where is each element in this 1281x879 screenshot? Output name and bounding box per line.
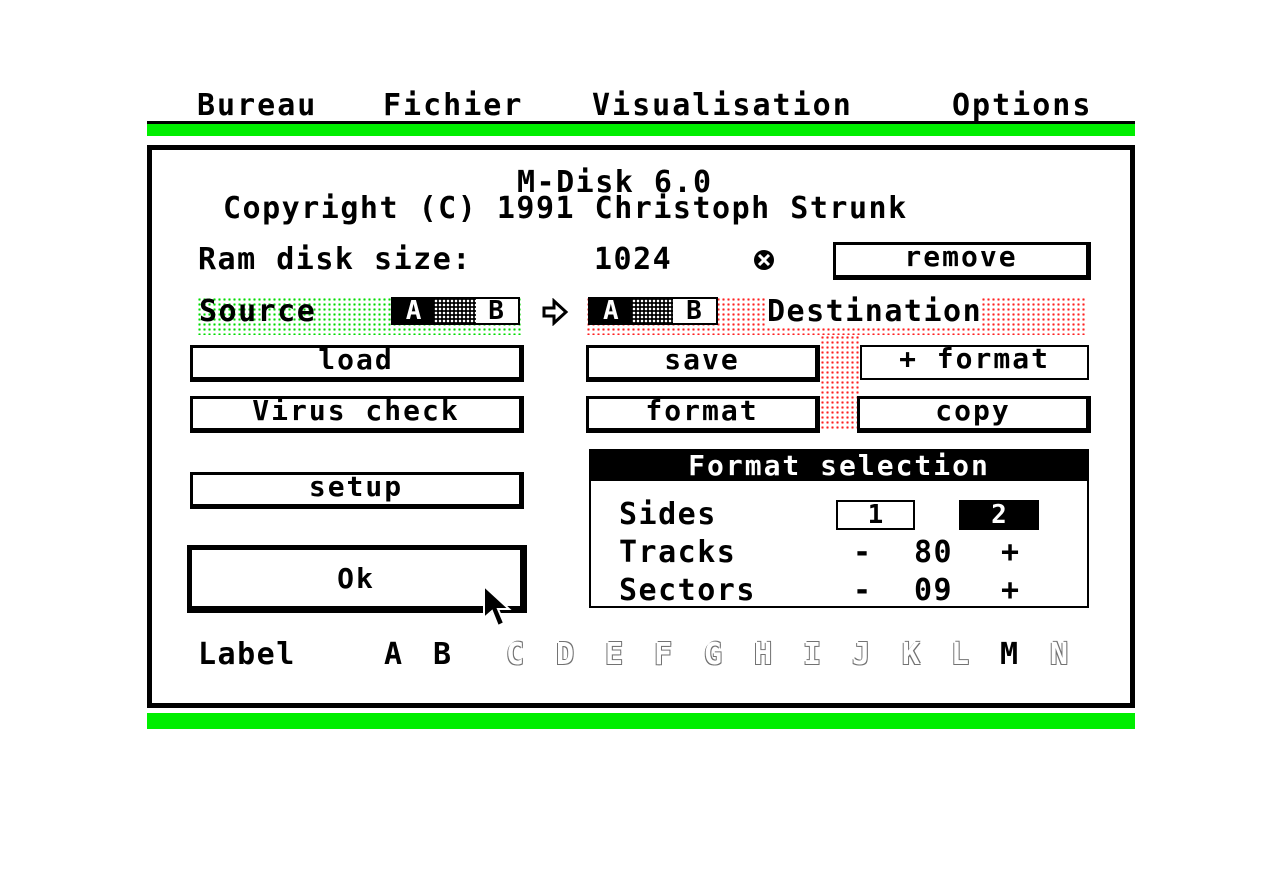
sides-option-1[interactable]: 1: [836, 500, 915, 530]
tracks-decrement[interactable]: -: [853, 538, 873, 568]
label-drive-h: H: [754, 637, 773, 672]
copy-button[interactable]: copy: [857, 396, 1091, 433]
destination-label: Destination: [767, 294, 983, 329]
source-drive-selector[interactable]: A B: [391, 297, 520, 325]
source-drive-b[interactable]: B: [476, 298, 517, 324]
format-selection-title: Format selection: [591, 451, 1087, 481]
label-drive-m[interactable]: M: [1000, 640, 1018, 670]
sectors-label: Sectors: [619, 573, 756, 608]
label-drive-f: F: [654, 637, 673, 672]
source-drive-a[interactable]: A: [393, 298, 435, 324]
ok-button[interactable]: Ok: [187, 545, 527, 613]
ram-disk-size-value[interactable]: 1024: [594, 245, 672, 275]
menu-fichier[interactable]: Fichier: [383, 89, 523, 123]
label-drive-i: I: [803, 637, 822, 672]
ram-disk-size-label: Ram disk size:: [198, 242, 472, 277]
label-drive-e: E: [605, 637, 624, 672]
tracks-increment[interactable]: +: [1001, 538, 1021, 568]
sides-label: Sides: [619, 497, 717, 532]
menu-options[interactable]: Options: [952, 89, 1092, 123]
arrow-right-icon: [541, 297, 569, 327]
label-drive-l: L: [951, 637, 970, 672]
menu-visualisation[interactable]: Visualisation: [592, 89, 853, 123]
menu-bureau[interactable]: Bureau: [197, 89, 317, 123]
load-button[interactable]: load: [190, 345, 524, 382]
menu-bar-accent: [147, 124, 1135, 136]
source-drive-separator: [434, 299, 476, 323]
sectors-increment[interactable]: +: [1001, 576, 1021, 606]
mouse-pointer-icon: [482, 583, 512, 632]
label-drive-k: K: [902, 637, 921, 672]
label-drive-j: J: [852, 637, 871, 672]
remove-button[interactable]: remove: [833, 242, 1091, 280]
label-drive-g: G: [704, 637, 723, 672]
save-button[interactable]: save: [586, 345, 820, 382]
bottom-bar-accent: [147, 713, 1135, 729]
destination-area-strip: [820, 335, 860, 430]
sectors-value: 09: [914, 573, 954, 608]
dialog-copyright: Copyright (C) 1991 Christoph Strunk: [223, 191, 908, 226]
destination-drive-a[interactable]: A: [590, 298, 632, 324]
destination-drive-selector[interactable]: A B: [588, 297, 718, 325]
plus-format-button[interactable]: + format: [860, 345, 1089, 380]
format-button[interactable]: format: [586, 396, 820, 433]
virus-check-button[interactable]: Virus check: [190, 396, 524, 433]
destination-drive-separator: [631, 299, 674, 323]
setup-button[interactable]: setup: [190, 472, 524, 509]
label-drive-n: N: [1050, 637, 1069, 672]
sides-option-2[interactable]: 2: [959, 500, 1039, 530]
tracks-label: Tracks: [619, 535, 737, 570]
label-drive-b[interactable]: B: [433, 640, 451, 670]
destination-drive-b[interactable]: B: [673, 298, 715, 324]
tracks-value: 80: [914, 535, 954, 570]
sectors-decrement[interactable]: -: [853, 576, 873, 606]
label-row-title: Label: [198, 637, 296, 672]
label-drive-d: D: [556, 637, 575, 672]
label-drive-c: C: [506, 637, 525, 672]
source-label: Source: [199, 294, 317, 329]
label-drive-a[interactable]: A: [384, 640, 402, 670]
radio-icon[interactable]: [751, 247, 777, 273]
